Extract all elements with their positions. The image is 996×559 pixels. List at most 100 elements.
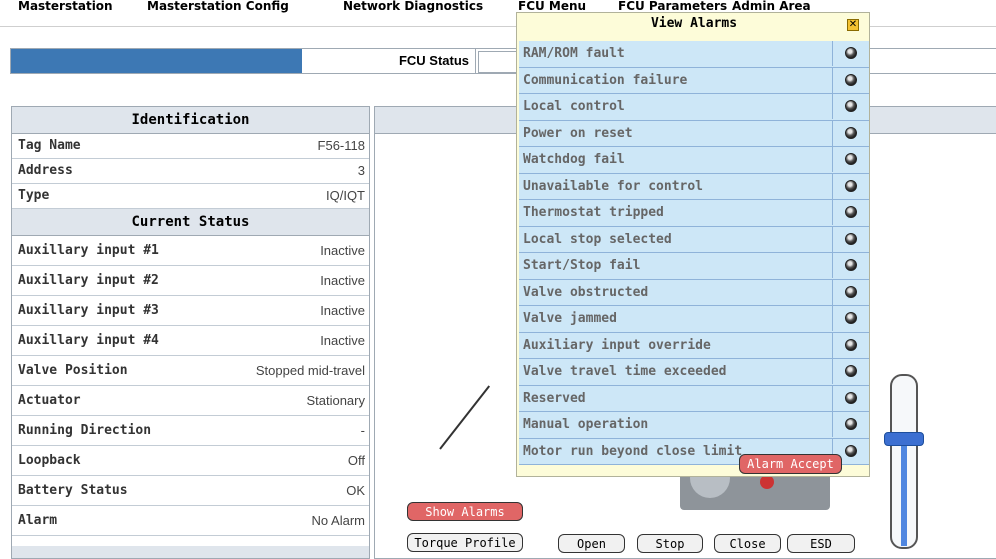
status-row: Auxillary input #3 Inactive: [12, 296, 369, 326]
alarm-row: RAM/ROM fault: [519, 41, 869, 68]
esd-button[interactable]: ESD: [787, 534, 855, 553]
status-value: Inactive: [320, 303, 365, 318]
alarm-row: Local stop selected: [519, 226, 869, 253]
info-value: IQ/IQT: [326, 188, 365, 203]
alarm-led-icon: [845, 312, 857, 324]
alarm-led-icon: [845, 73, 857, 86]
fcu-status-label: FCU Status: [306, 49, 476, 73]
status-row: Valve Position Stopped mid-travel: [12, 356, 369, 386]
alarm-row: Valve obstructed: [519, 279, 869, 306]
identification-header: Identification: [12, 107, 369, 134]
alarm-row: Watchdog fail: [519, 147, 869, 174]
info-panel: Identification Tag Name F56-118 Address …: [11, 106, 370, 559]
open-button[interactable]: Open: [558, 534, 625, 553]
alarm-indicator: [832, 173, 869, 199]
alarm-label: Communication failure: [523, 72, 688, 88]
status-row: Loopback Off: [12, 446, 369, 476]
alarm-indicator: [832, 385, 869, 411]
stop-button[interactable]: Stop: [637, 534, 703, 553]
close-button[interactable]: Close: [714, 534, 781, 553]
alarm-led-icon: [845, 418, 857, 430]
alarm-label: Valve jammed: [523, 311, 617, 326]
alarm-list: RAM/ROM fault Communication failure Loca…: [519, 41, 869, 465]
status-key: Auxillary input #2: [18, 273, 159, 288]
view-alarms-title: View Alarms: [650, 16, 738, 31]
info-row: Address 3: [12, 159, 369, 184]
status-key: Actuator: [18, 393, 81, 408]
info-key: Address: [18, 163, 73, 178]
alarm-row: Start/Stop fail: [519, 253, 869, 280]
alarm-indicator: [832, 120, 869, 146]
status-value: Inactive: [320, 243, 365, 258]
position-slider-fill: [901, 446, 907, 546]
alarm-label: Reserved: [523, 390, 586, 406]
alarm-label: RAM/ROM fault: [523, 46, 625, 61]
info-key: Type: [18, 188, 50, 203]
alarm-indicator: [832, 332, 869, 358]
status-key: Battery Status: [18, 483, 128, 498]
status-key: Alarm: [18, 513, 58, 528]
status-value: -: [360, 423, 365, 438]
alarm-label: Manual operation: [523, 417, 649, 432]
alarm-row: Manual operation: [519, 412, 869, 439]
alarm-led-icon: [845, 126, 857, 139]
alarm-row: Auxiliary input override: [519, 332, 869, 359]
current-status-header: Current Status: [12, 209, 369, 236]
alarm-indicator: [832, 226, 869, 252]
position-slider-thumb[interactable]: [884, 432, 924, 446]
alarm-indicator: [832, 41, 869, 66]
info-row: Type IQ/IQT: [12, 184, 369, 209]
alarm-led-icon: [845, 391, 857, 404]
alarm-row: Thermostat tripped: [519, 200, 869, 227]
torque-profile-button[interactable]: Torque Profile: [407, 533, 523, 552]
alarm-label: Start/Stop fail: [523, 258, 641, 273]
show-alarms-button[interactable]: Show Alarms: [407, 502, 523, 521]
status-row: Auxillary input #4 Inactive: [12, 326, 369, 356]
status-value: No Alarm: [311, 513, 365, 528]
alarm-label: Valve travel time exceeded: [523, 364, 727, 379]
alarm-led-icon: [845, 153, 857, 165]
menu-network-diagnostics[interactable]: Network Diagnostics: [343, 0, 483, 13]
alarm-row: Communication failure: [519, 67, 869, 94]
alarm-accept-button[interactable]: Alarm Accept: [739, 454, 842, 474]
alarm-indicator: [832, 359, 869, 384]
alarm-label: Power on reset: [523, 125, 633, 141]
actuator-indicator: [760, 475, 774, 489]
status-value: Stationary: [306, 393, 365, 408]
alarm-indicator: [832, 253, 869, 278]
status-key: Auxillary input #1: [18, 243, 159, 258]
alarm-indicator: [832, 67, 869, 93]
alarm-led-icon: [845, 259, 857, 271]
alarm-label: Local stop selected: [523, 231, 672, 247]
status-row: Running Direction -: [12, 416, 369, 446]
alarm-row: Valve jammed: [519, 306, 869, 333]
alarm-row: Unavailable for control: [519, 173, 869, 200]
alarm-label: Motor run beyond close limit: [523, 443, 743, 459]
status-key: Loopback: [18, 453, 81, 468]
status-value: Stopped mid-travel: [255, 363, 365, 378]
alarm-row: Reserved: [519, 385, 869, 412]
alarm-indicator: [832, 412, 869, 437]
alarm-row: Power on reset: [519, 120, 869, 147]
alarm-row: Valve travel time exceeded: [519, 359, 869, 386]
status-row: Auxillary input #2 Inactive: [12, 266, 369, 296]
status-key: Running Direction: [18, 423, 152, 438]
status-row: Battery Status OK: [12, 476, 369, 506]
alarm-label: Auxiliary input override: [523, 337, 711, 353]
menu-masterstation-config[interactable]: Masterstation Config: [147, 0, 289, 13]
status-row: Auxillary input #1 Inactive: [12, 236, 369, 266]
alarm-indicator: [832, 279, 869, 305]
menu-masterstation[interactable]: Masterstation: [18, 0, 113, 13]
close-icon[interactable]: ✕: [847, 19, 859, 31]
alarm-led-icon: [845, 338, 857, 351]
alarm-indicator: [832, 147, 869, 172]
alarm-led-icon: [845, 206, 857, 218]
alarm-label: Watchdog fail: [523, 152, 625, 167]
info-value: F56-118: [317, 138, 365, 153]
info-row: Tag Name F56-118: [12, 134, 369, 159]
alarm-label: Valve obstructed: [523, 284, 649, 300]
alarm-led-icon: [845, 47, 857, 59]
status-value: Inactive: [320, 333, 365, 348]
status-row: Actuator Stationary: [12, 386, 369, 416]
alarm-row: Local control: [519, 94, 869, 121]
